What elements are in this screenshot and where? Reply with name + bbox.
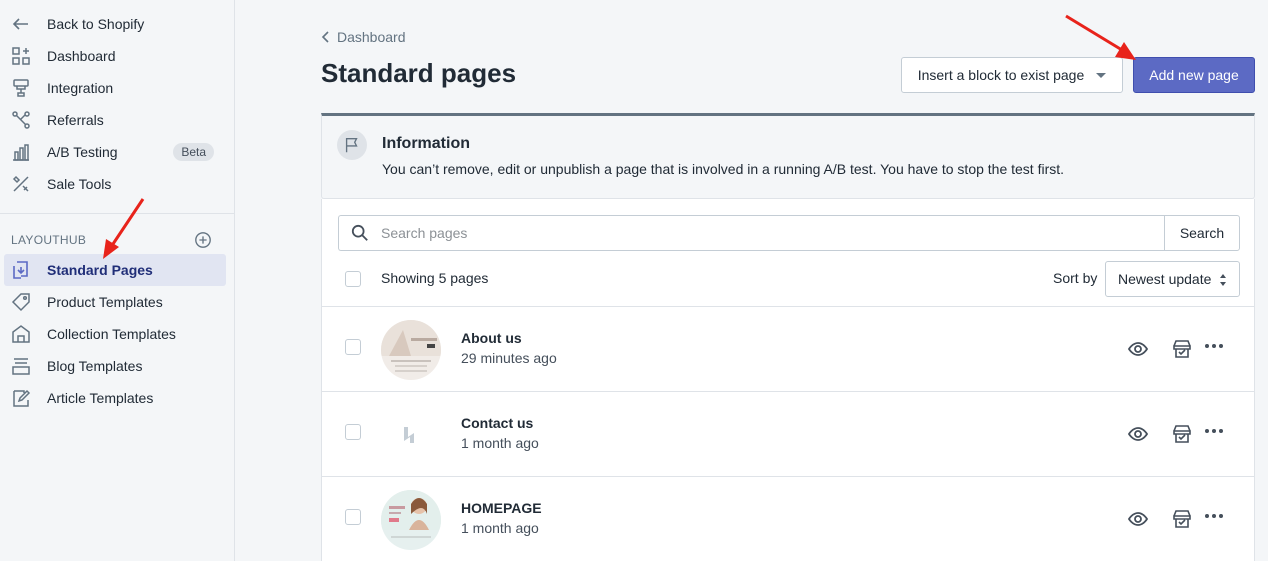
search-input[interactable] [381, 225, 1081, 241]
sidebar-item-standard-pages[interactable]: Standard Pages [4, 254, 226, 286]
sidebar-item-label: Blog Templates [47, 358, 143, 374]
sidebar-item-label: Dashboard [47, 48, 116, 64]
chevron-left-icon [321, 31, 329, 43]
storefront-icon[interactable] [1170, 337, 1194, 361]
standard-pages-icon [10, 259, 32, 281]
breadcrumb-label: Dashboard [337, 29, 406, 45]
sort-select[interactable]: Newest update [1105, 261, 1240, 297]
sidebar-item-product-templates[interactable]: Product Templates [0, 286, 234, 318]
chart-icon [10, 141, 32, 163]
row-checkbox[interactable] [345, 424, 361, 440]
sidebar-item-label: Sale Tools [47, 176, 112, 192]
pages-card: Search Showing 5 pages Sort by Newest up… [321, 199, 1255, 561]
search-icon [351, 224, 368, 241]
add-circle-icon[interactable] [193, 230, 213, 250]
page-updated: 1 month ago [461, 435, 539, 451]
sidebar-top-nav: Back to Shopify Dashboard Integration Re… [0, 0, 234, 200]
layouthub-logo-thumbnail [381, 405, 441, 465]
dashboard-icon [10, 45, 32, 67]
row-checkbox[interactable] [345, 509, 361, 525]
page-title: Standard pages [321, 58, 517, 88]
page-title-cell[interactable]: About us [461, 330, 522, 346]
caret-down-icon [1096, 72, 1107, 78]
collection-icon [10, 323, 32, 345]
more-options-icon[interactable] [1202, 334, 1226, 358]
sidebar-item-label: Standard Pages [47, 262, 153, 278]
table-row[interactable]: Contact us 1 month ago [322, 392, 1254, 477]
search-button[interactable]: Search [1164, 215, 1240, 251]
insert-block-dropdown[interactable]: Insert a block to exist page [901, 57, 1123, 93]
layouthub-section-header: LAYOUTHUB [0, 214, 234, 254]
eye-icon[interactable] [1126, 337, 1150, 361]
sidebar-item-referrals[interactable]: Referrals [0, 104, 234, 136]
storefront-icon[interactable] [1170, 507, 1194, 531]
article-icon [10, 387, 32, 409]
sidebar-item-article-templates[interactable]: Article Templates [0, 382, 234, 414]
sort-label: Sort by [1053, 270, 1098, 286]
search-bar: Search [338, 215, 1240, 251]
add-new-page-button[interactable]: Add new page [1133, 57, 1255, 93]
referrals-icon [10, 109, 32, 131]
sidebar-item-label: Integration [47, 80, 114, 96]
eye-icon[interactable] [1126, 507, 1150, 531]
sidebar-item-blog-templates[interactable]: Blog Templates [0, 350, 234, 382]
showing-count: Showing 5 pages [381, 270, 489, 286]
sidebar-item-label: A/B Testing [47, 144, 118, 160]
page-thumbnail [381, 490, 441, 550]
select-all-checkbox[interactable] [345, 271, 361, 287]
sidebar-item-label: Referrals [47, 112, 104, 128]
sidebar-item-label: Article Templates [47, 390, 154, 406]
page-updated: 29 minutes ago [461, 350, 557, 366]
table-row[interactable]: About us 29 minutes ago [322, 307, 1254, 392]
page-title-cell[interactable]: HOMEPAGE [461, 500, 542, 516]
sidebar-item-ab-testing[interactable]: A/B Testing Beta [0, 136, 234, 168]
storefront-icon[interactable] [1170, 422, 1194, 446]
arrow-left-icon [10, 13, 32, 35]
row-checkbox[interactable] [345, 339, 361, 355]
tools-icon [10, 173, 32, 195]
page-updated: 1 month ago [461, 520, 539, 536]
tag-icon [10, 291, 32, 313]
info-banner: Information You can’t remove, edit or un… [321, 113, 1255, 199]
sidebar-item-dashboard[interactable]: Dashboard [0, 40, 234, 72]
section-title: LAYOUTHUB [11, 233, 87, 247]
search-field[interactable] [338, 215, 1164, 251]
banner-text: You can’t remove, edit or unpublish a pa… [382, 161, 1065, 177]
beta-badge: Beta [173, 143, 214, 161]
sidebar-item-integration[interactable]: Integration [0, 72, 234, 104]
page-thumbnail [381, 320, 441, 380]
list-header: Showing 5 pages Sort by Newest update [322, 261, 1254, 307]
insert-block-label: Insert a block to exist page [917, 67, 1085, 83]
layouthub-nav: Standard Pages Product Templates Collect… [0, 254, 234, 414]
integration-icon [10, 77, 32, 99]
blog-icon [10, 355, 32, 377]
sort-value: Newest update [1118, 271, 1212, 287]
eye-icon[interactable] [1126, 422, 1150, 446]
page-title-cell[interactable]: Contact us [461, 415, 533, 431]
table-row[interactable]: HOMEPAGE 1 month ago [322, 477, 1254, 561]
select-arrows-icon [1220, 274, 1226, 286]
sidebar-item-sale-tools[interactable]: Sale Tools [0, 168, 234, 200]
flag-icon [337, 130, 367, 160]
more-options-icon[interactable] [1202, 419, 1226, 443]
sidebar-item-collection-templates[interactable]: Collection Templates [0, 318, 234, 350]
sidebar-item-label: Back to Shopify [47, 16, 145, 32]
sidebar-item-label: Collection Templates [47, 326, 176, 342]
banner-title: Information [382, 135, 470, 152]
breadcrumb[interactable]: Dashboard [321, 29, 406, 45]
more-options-icon[interactable] [1202, 504, 1226, 528]
sidebar-item-label: Product Templates [47, 294, 163, 310]
sidebar: Back to Shopify Dashboard Integration Re… [0, 0, 235, 561]
sidebar-item-back-to-shopify[interactable]: Back to Shopify [0, 8, 234, 40]
